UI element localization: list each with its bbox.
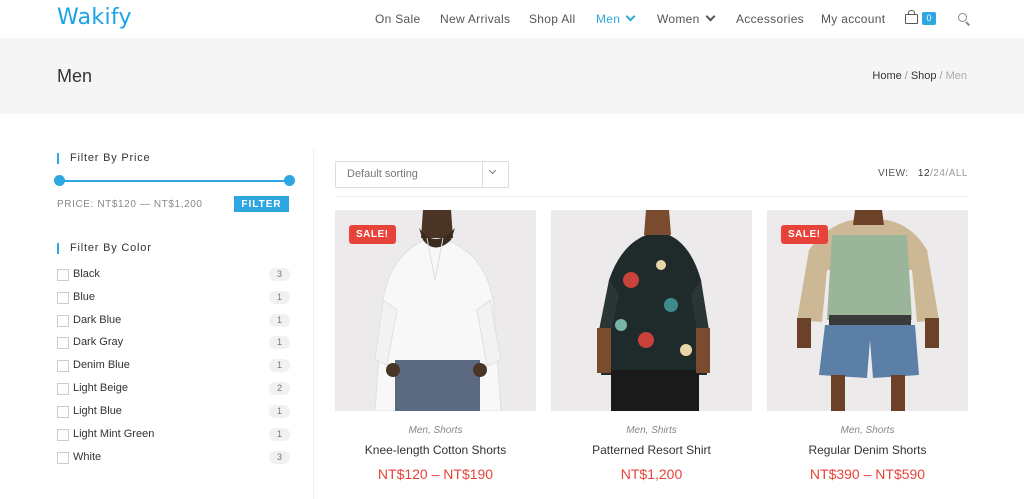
view-option-12[interactable]: 12 <box>918 168 930 179</box>
product-image[interactable]: SALE! <box>767 210 968 411</box>
filter-by-price-title: Filter By Price <box>57 152 150 164</box>
product-image[interactable] <box>551 210 752 411</box>
search-icon[interactable] <box>958 13 971 26</box>
price-slider-min-handle[interactable] <box>54 175 65 186</box>
main-nav: On Sale New Arrivals Shop All Men Women … <box>0 0 1024 38</box>
color-count: 1 <box>269 405 290 418</box>
product-title[interactable]: Regular Denim Shorts <box>767 443 968 457</box>
nav-item-my-account[interactable]: My account <box>821 12 885 26</box>
product-category[interactable]: Men, Shorts <box>335 425 536 436</box>
checkbox[interactable] <box>57 452 69 464</box>
nav-item-men[interactable]: Men <box>596 11 636 26</box>
shopping-bag-icon <box>905 10 918 24</box>
breadcrumb-current: Men <box>945 70 967 82</box>
chevron-down-icon <box>488 166 497 175</box>
color-count: 3 <box>269 451 290 464</box>
filter-button[interactable]: FILTER <box>234 196 289 212</box>
color-name: Dark Blue <box>73 314 122 326</box>
sort-select[interactable]: Default sorting <box>335 161 509 188</box>
color-name: Blue <box>73 291 96 303</box>
checkbox[interactable] <box>57 315 69 327</box>
breadcrumb-separator: / <box>939 70 943 82</box>
sidebar-divider <box>313 150 314 499</box>
nav-item-accessories[interactable]: Accessories <box>736 12 804 26</box>
color-name: Light Mint Green <box>73 428 155 440</box>
color-filter-light-beige[interactable]: Light Beige 2 <box>57 380 290 398</box>
nav-item-on-sale[interactable]: On Sale <box>375 12 420 26</box>
breadcrumb-home[interactable]: Home <box>872 70 901 82</box>
product-price: NT$120 – NT$190 <box>377 466 494 482</box>
product-photo-patterned-shirt <box>551 210 752 411</box>
color-filter-white[interactable]: White 3 <box>57 449 290 467</box>
breadcrumb-separator: / <box>904 70 908 82</box>
color-count: 1 <box>269 428 290 441</box>
color-filter-denim-blue[interactable]: Denim Blue 1 <box>57 357 290 375</box>
color-count: 3 <box>269 268 290 281</box>
checkbox[interactable] <box>57 383 69 395</box>
product-image[interactable]: SALE! <box>335 210 536 411</box>
color-name: White <box>73 451 102 463</box>
product-title[interactable]: Knee-length Cotton Shorts <box>335 443 536 457</box>
chevron-down-icon <box>625 11 636 22</box>
product-category[interactable]: Men, Shirts <box>551 425 752 436</box>
sort-select-value: Default sorting <box>347 168 418 180</box>
color-count: 2 <box>269 382 290 395</box>
price-range-label: PRICE: NT$120 — NT$1,200 <box>57 199 203 210</box>
checkbox[interactable] <box>57 337 69 349</box>
page-title: Men <box>57 66 93 86</box>
checkbox[interactable] <box>57 269 69 281</box>
nav-item-women[interactable]: Women <box>657 11 716 26</box>
sale-badge: SALE! <box>349 225 396 244</box>
price-slider-track[interactable] <box>59 180 289 182</box>
nav-item-men-label: Men <box>596 12 621 26</box>
color-count: 1 <box>269 359 290 372</box>
site-header: Wakify On Sale New Arrivals Shop All Men… <box>0 0 1024 38</box>
product-category[interactable]: Men, Shorts <box>767 425 968 436</box>
color-filter-light-mint-green[interactable]: Light Mint Green 1 <box>57 426 290 444</box>
view-option-all[interactable]: ALL <box>949 168 968 179</box>
product-price: NT$1,200 <box>620 466 683 482</box>
color-count: 1 <box>269 291 290 304</box>
nav-item-women-label: Women <box>657 12 700 26</box>
color-name: Denim Blue <box>73 359 130 371</box>
nav-item-new-arrivals[interactable]: New Arrivals <box>440 12 510 26</box>
view-option-24[interactable]: 24 <box>933 168 945 179</box>
color-name: Black <box>73 268 100 280</box>
cart-count-badge: 0 <box>922 12 936 25</box>
product-title[interactable]: Patterned Resort Shirt <box>551 443 752 457</box>
chevron-down-icon <box>705 11 716 22</box>
breadcrumb: Home / Shop / Men <box>872 70 967 82</box>
color-count: 1 <box>269 336 290 349</box>
product-price: NT$390 – NT$590 <box>809 466 926 482</box>
filter-by-color-title: Filter By Color <box>57 242 152 254</box>
view-count-switcher: VIEW: 12/24/ALL <box>878 168 968 179</box>
color-filter-light-blue[interactable]: Light Blue 1 <box>57 403 290 421</box>
checkbox[interactable] <box>57 360 69 372</box>
nav-item-shop-all[interactable]: Shop All <box>529 12 575 26</box>
checkbox[interactable] <box>57 292 69 304</box>
page-header: Men Home / Shop / Men <box>0 38 1024 114</box>
checkbox[interactable] <box>57 406 69 418</box>
select-divider <box>482 162 483 187</box>
color-filter-dark-blue[interactable]: Dark Blue 1 <box>57 312 290 330</box>
price-slider-max-handle[interactable] <box>284 175 295 186</box>
sale-badge: SALE! <box>781 225 828 244</box>
color-filter-dark-gray[interactable]: Dark Gray 1 <box>57 334 290 352</box>
color-name: Light Beige <box>73 382 129 394</box>
color-count: 1 <box>269 314 290 327</box>
color-name: Light Blue <box>73 405 122 417</box>
color-name: Dark Gray <box>73 336 124 348</box>
checkbox[interactable] <box>57 429 69 441</box>
view-label: VIEW: <box>877 168 909 179</box>
breadcrumb-shop[interactable]: Shop <box>911 70 937 82</box>
color-filter-blue[interactable]: Blue 1 <box>57 289 290 307</box>
color-filter-black[interactable]: Black 3 <box>57 266 290 284</box>
toolbar-divider <box>335 196 968 197</box>
